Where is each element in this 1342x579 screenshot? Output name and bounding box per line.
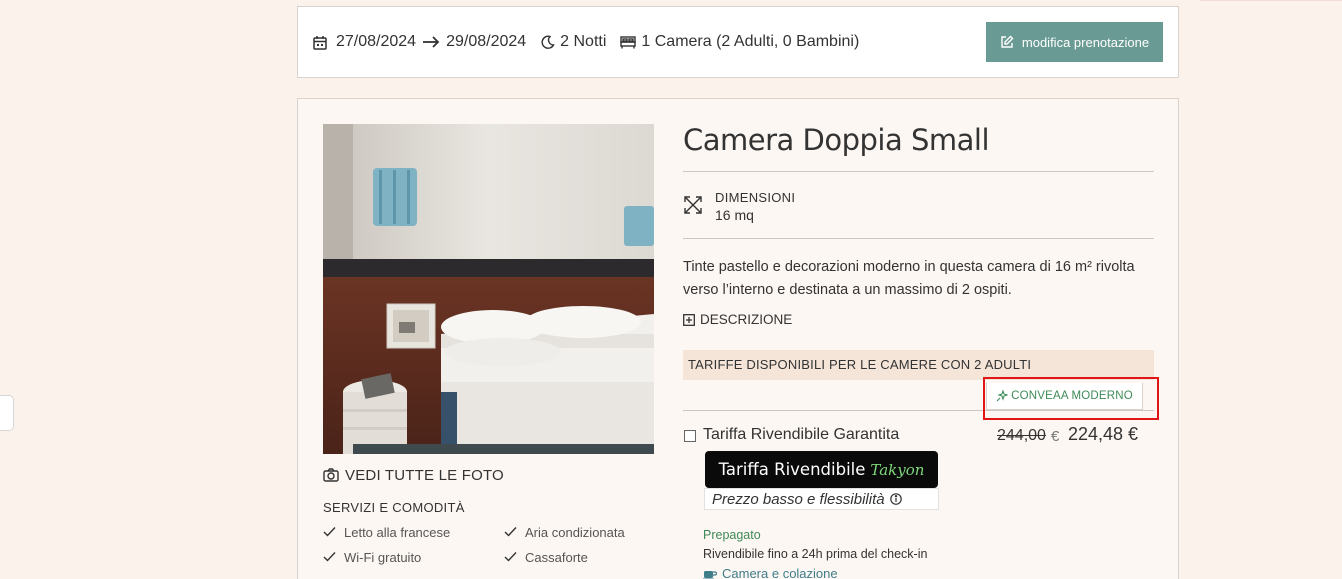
refund-policy: Rivendibile fino a 24h prima del check-i… xyxy=(703,547,928,561)
nights-segment: 2 Notti xyxy=(540,33,606,51)
tariffs-header: TARIFFE DISPONIBILI PER LE CAMERE CON 2 … xyxy=(683,350,1154,380)
info-icon[interactable] xyxy=(889,493,902,505)
highlight-box xyxy=(983,377,1159,420)
tariff-checkbox[interactable] xyxy=(684,430,696,442)
meal-plan-label: Camera e colazione xyxy=(722,566,838,579)
new-price: 224,48 € xyxy=(1068,424,1139,444)
divider xyxy=(683,238,1154,239)
amenity-label: Aria condizionata xyxy=(525,525,625,540)
calendar-icon xyxy=(312,34,328,50)
description-toggle[interactable]: DESCRIZIONE xyxy=(683,312,792,327)
view-all-photos-link[interactable]: VEDI TUTTE LE FOTO xyxy=(323,467,504,484)
takyon-badge: Tariffa Rivendibile Takyon xyxy=(705,451,938,488)
tariff-name: Tariffa Rivendibile Garantita xyxy=(703,426,900,443)
edit-booking-button[interactable]: modifica prenotazione xyxy=(986,22,1163,62)
rooms-segment: 1 Camera (2 Adulti, 0 Bambini) xyxy=(620,33,859,51)
top-strip xyxy=(1200,0,1342,1)
check-icon xyxy=(504,551,517,564)
takyon-subtitle: Prezzo basso e flessibilità xyxy=(704,488,939,510)
check-icon xyxy=(323,526,336,539)
amenity-item: Letto alla francese xyxy=(323,525,450,540)
takyon-subtitle-text: Prezzo basso e flessibilità xyxy=(712,490,885,508)
services-title: SERVIZI E COMODITÀ xyxy=(323,500,465,515)
edit-booking-label: modifica prenotazione xyxy=(1021,34,1150,50)
rooms-guests: 1 Camera (2 Adulti, 0 Bambini) xyxy=(641,33,860,50)
expand-icon xyxy=(683,195,703,215)
coffee-icon xyxy=(703,568,717,579)
amenity-item: Wi-Fi gratuito xyxy=(323,550,421,565)
checkout-date: 29/08/2024 xyxy=(446,33,527,50)
moon-icon xyxy=(540,34,556,50)
edit-icon xyxy=(1000,35,1014,49)
divider xyxy=(683,171,1154,172)
camera-icon xyxy=(323,467,339,484)
booking-info: 27/08/2024 29/08/2024 2 Notti 1 Camera (… xyxy=(312,33,859,51)
amenity-item: Aria condizionata xyxy=(504,525,625,540)
plus-square-icon xyxy=(683,313,695,326)
amenity-item: Cassaforte xyxy=(504,550,588,565)
takyon-badge-text: Tariffa Rivendibile xyxy=(718,460,866,479)
checkin-date: 27/08/2024 xyxy=(336,33,417,50)
side-tab-handle[interactable] xyxy=(0,395,14,431)
checkin-segment: 27/08/2024 xyxy=(312,33,416,51)
check-icon xyxy=(323,551,336,564)
dimension-label: DIMENSIONI xyxy=(715,190,796,205)
meal-plan: Camera e colazione xyxy=(703,566,838,579)
arrow-right-icon xyxy=(422,34,440,50)
description-toggle-label: DESCRIZIONE xyxy=(700,312,793,327)
prepaid-label: Prepagato xyxy=(703,528,761,542)
amenity-label: Wi-Fi gratuito xyxy=(344,550,422,565)
amenity-label: Letto alla francese xyxy=(344,525,451,540)
old-price-currency: € xyxy=(1051,428,1060,445)
bed-icon xyxy=(620,34,637,50)
booking-summary-bar: 27/08/2024 29/08/2024 2 Notti 1 Camera (… xyxy=(297,6,1179,78)
room-photo[interactable] xyxy=(323,124,654,454)
room-card: VEDI TUTTE LE FOTO SERVIZI E COMODITÀ Le… xyxy=(297,98,1179,579)
check-icon xyxy=(504,526,517,539)
old-price: 244,00 xyxy=(997,427,1046,444)
amenity-label: Cassaforte xyxy=(525,550,588,565)
dimension-value: 16 mq xyxy=(715,207,754,223)
room-title: Camera Doppia Small xyxy=(683,123,990,157)
nights-count: 2 Notti xyxy=(560,33,607,50)
view-photos-label: VEDI TUTTE LE FOTO xyxy=(345,467,504,484)
room-description: Tinte pastello e decorazioni moderno in … xyxy=(683,259,1135,298)
takyon-brand: Takyon xyxy=(870,460,925,479)
